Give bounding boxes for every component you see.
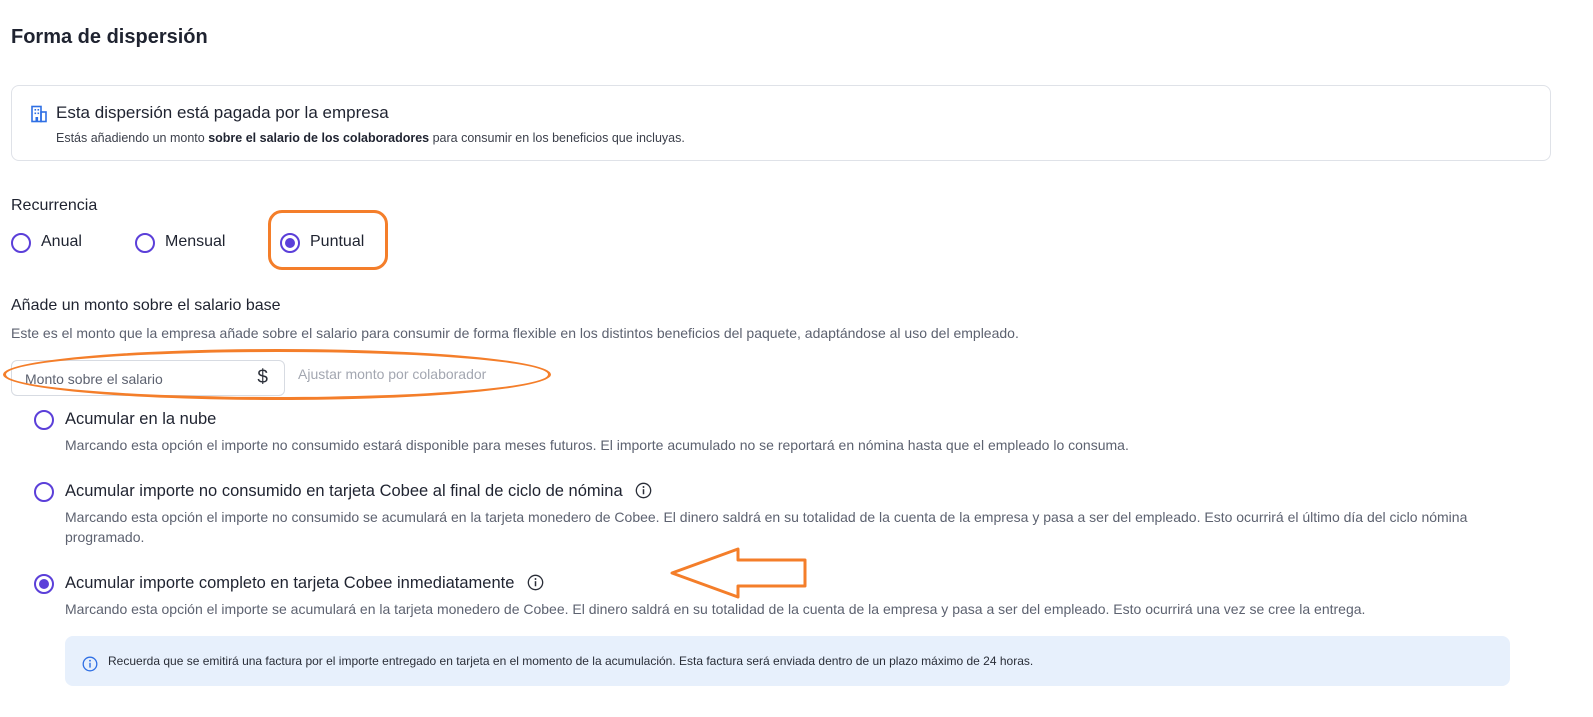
recurrence-label: Recurrencia [11,197,98,214]
info-desc-suffix: para consumir en los beneficios que incl… [429,131,685,145]
invoice-notice-text: Recuerda que se emitirá una factura por … [108,654,1034,668]
amount-description: Este es el monto que la empresa añade so… [11,325,1019,341]
recurrence-option-mensual-label[interactable]: Mensual [165,233,225,251]
accumulation-radio-cloud[interactable] [34,410,54,430]
accumulation-option-immediate-title: Acumular importe completo en tarjeta Cob… [65,574,515,592]
invoice-notice: Recuerda que se emitirá una factura por … [65,636,1510,686]
paid-by-company-info-box: Esta dispersión está pagada por la empre… [11,85,1551,161]
accumulation-option-immediate-desc: Marcando esta opción el importe se acumu… [65,601,1366,617]
recurrence-radio-anual[interactable] [11,233,31,253]
accumulation-option-end-of-cycle-row[interactable]: Acumular importe no consumido en tarjeta… [65,482,652,501]
info-icon[interactable] [635,482,652,499]
annotation-highlight-amount [3,349,551,400]
annotation-arrow-icon [670,547,807,599]
accumulation-option-immediate-row[interactable]: Acumular importe completo en tarjeta Cob… [65,574,544,593]
amount-title: Añade un monto sobre el salario base [11,297,281,314]
accumulation-radio-end-of-cycle[interactable] [34,482,54,502]
accumulation-option-end-of-cycle-desc: Marcando esta opción el importe no consu… [65,509,1468,545]
accumulation-option-cloud-desc: Marcando esta opción el importe no consu… [65,437,1129,453]
annotation-highlight-puntual [268,210,388,270]
page-title: Forma de dispersión [11,26,208,48]
accumulation-option-end-of-cycle-title: Acumular importe no consumido en tarjeta… [65,482,623,500]
info-box-description: Estás añadiendo un monto sobre el salari… [56,131,685,145]
info-circle-icon [82,656,98,672]
recurrence-option-anual-label[interactable]: Anual [41,233,82,251]
building-icon [31,105,47,123]
accumulation-radio-immediate[interactable] [34,574,54,594]
accumulation-option-cloud-title[interactable]: Acumular en la nube [65,410,216,429]
info-desc-bold: sobre el salario de los colaboradores [208,131,430,145]
recurrence-radio-mensual[interactable] [135,233,155,253]
info-box-title: Esta dispersión está pagada por la empre… [56,103,389,122]
info-desc-prefix: Estás añadiendo un monto [56,131,209,145]
info-icon[interactable] [527,574,544,591]
